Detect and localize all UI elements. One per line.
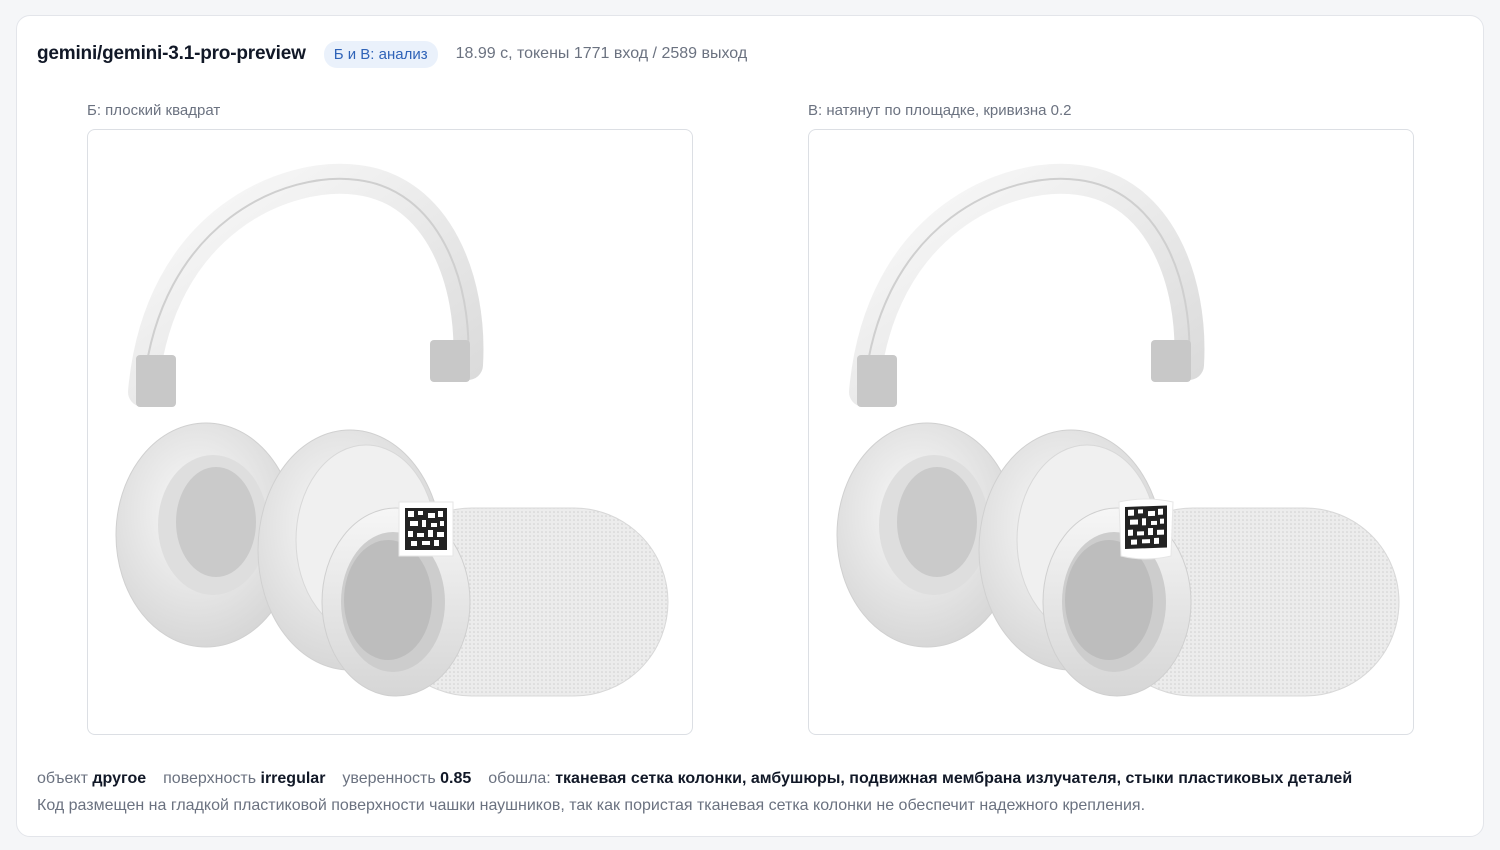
- mode-badge: Б и В: анализ: [323, 40, 438, 68]
- confidence-label: уверенность: [342, 770, 436, 787]
- surface-field: поверхность irregular: [163, 770, 325, 788]
- result-card: gemini/gemini-3.1-pro-preview Б и В: ана…: [16, 15, 1484, 837]
- object-field: объект другое: [37, 770, 146, 788]
- confidence-field: уверенность 0.85: [342, 770, 471, 788]
- analysis-summary: объект другое поверхность irregular увер…: [37, 770, 1369, 788]
- surface-value: irregular: [260, 770, 326, 787]
- headphones-speaker-image: [115, 163, 669, 697]
- panel-b-image: [87, 129, 693, 735]
- panel-c-image: [808, 129, 1414, 735]
- placement-note: Код размещен на гладкой пластиковой пове…: [37, 797, 1146, 814]
- confidence-value: 0.85: [440, 770, 472, 787]
- surface-label: поверхность: [163, 770, 257, 787]
- object-label: объект: [37, 770, 88, 787]
- avoided-value: тканевая сетка колонки, амбушюры, подвиж…: [555, 770, 1353, 787]
- result-header: gemini/gemini-3.1-pro-preview Б и В: ана…: [37, 40, 747, 68]
- avoided-label: обошла:: [488, 770, 551, 787]
- timing-meta: 18.99 с, токены 1771 вход / 2589 выход: [455, 45, 748, 62]
- model-name: gemini/gemini-3.1-pro-preview: [37, 43, 306, 64]
- panel-b-label: Б: плоский квадрат: [87, 102, 221, 119]
- panel-c-label: В: натянут по площадке, кривизна 0.2: [808, 102, 1072, 119]
- avoided-field: обошла: тканевая сетка колонки, амбушюры…: [488, 770, 1352, 788]
- object-value: другое: [92, 770, 147, 787]
- headphones-speaker-image: [836, 163, 1400, 697]
